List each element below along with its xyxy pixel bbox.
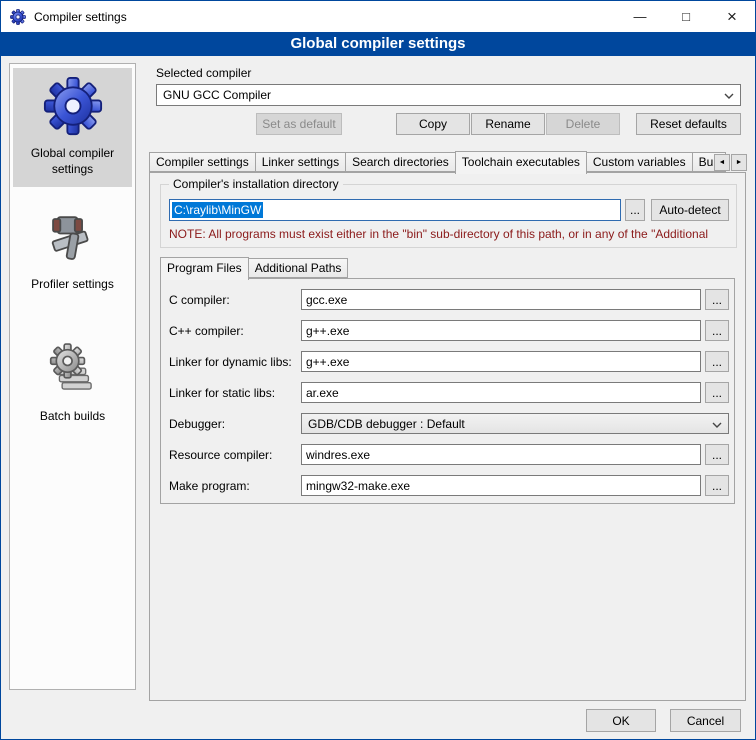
c-compiler-label: C compiler: [169, 293, 301, 307]
static-linker-label: Linker for static libs: [169, 386, 301, 400]
settings-tabstrip: Compiler settings Linker settings Search… [149, 151, 725, 172]
cpp-compiler-row: C++ compiler: ... [169, 320, 726, 341]
reset-defaults-button[interactable]: Reset defaults [636, 113, 741, 135]
app-icon [10, 9, 26, 25]
toolchain-executables-panel: Compiler's installation directory C:\ray… [149, 172, 746, 701]
chevron-down-icon [712, 417, 722, 431]
sidebar-item-label: Profiler settings [15, 277, 130, 293]
tab-search-directories[interactable]: Search directories [345, 152, 456, 172]
c-compiler-browse-button[interactable]: ... [705, 289, 729, 310]
window-controls: — □ × [617, 1, 755, 32]
installation-directory-group: Compiler's installation directory C:\ray… [160, 184, 737, 248]
rename-button[interactable]: Rename [471, 113, 545, 135]
auto-detect-button[interactable]: Auto-detect [651, 199, 729, 221]
titlebar: Compiler settings — □ × [1, 1, 755, 32]
sidebar-item-global-compiler-settings[interactable]: Global compiler settings [13, 68, 132, 187]
cpp-compiler-input[interactable] [301, 320, 701, 341]
tab-compiler-settings[interactable]: Compiler settings [149, 152, 256, 172]
make-program-browse-button[interactable]: ... [705, 475, 729, 496]
page-title: Global compiler settings [1, 32, 755, 56]
close-icon[interactable]: × [709, 1, 755, 32]
sidebar-item-batch-builds[interactable]: Batch builds [13, 333, 132, 435]
set-as-default-button[interactable]: Set as default [256, 113, 342, 135]
tab-scroll-left-icon[interactable]: ◄ [714, 154, 730, 171]
debugger-label: Debugger: [169, 417, 301, 431]
install-dir-browse-button[interactable]: ... [625, 199, 645, 221]
dynamic-linker-input[interactable] [301, 351, 701, 372]
debugger-select-value: GDB/CDB debugger : Default [308, 417, 708, 431]
c-compiler-row: C compiler: ... [169, 289, 726, 310]
tab-custom-variables[interactable]: Custom variables [586, 152, 693, 172]
tab-program-files[interactable]: Program Files [160, 257, 249, 280]
install-dir-input[interactable]: C:\raylib\MinGW [169, 199, 621, 221]
resource-compiler-input[interactable] [301, 444, 701, 465]
tab-linker-settings[interactable]: Linker settings [255, 152, 346, 172]
compiler-select[interactable]: GNU GCC Compiler [156, 84, 741, 106]
main-area: Selected compiler GNU GCC Compiler Set a… [146, 63, 749, 703]
installation-directory-legend: Compiler's installation directory [169, 177, 343, 191]
static-linker-input[interactable] [301, 382, 701, 403]
sidebar-item-label: Batch builds [15, 409, 130, 425]
copy-button[interactable]: Copy [396, 113, 470, 135]
sidebar-item-label: Global compiler settings [15, 146, 130, 177]
resource-compiler-row: Resource compiler: ... [169, 444, 726, 465]
dynamic-linker-browse-button[interactable]: ... [705, 351, 729, 372]
tab-scroll-right-icon[interactable]: ► [731, 154, 747, 171]
bin-subdirectory-note: NOTE: All programs must exist either in … [169, 227, 735, 241]
resource-compiler-label: Resource compiler: [169, 448, 301, 462]
chevron-down-icon [724, 88, 734, 102]
profiler-tool-icon [15, 209, 130, 267]
sidebar-item-profiler-settings[interactable]: Profiler settings [13, 201, 132, 303]
tab-additional-paths[interactable]: Additional Paths [248, 258, 349, 278]
debugger-select[interactable]: GDB/CDB debugger : Default [301, 413, 729, 434]
delete-button[interactable]: Delete [546, 113, 620, 135]
sidebar: Global compiler settings Profiler settin… [9, 63, 136, 690]
dynamic-linker-label: Linker for dynamic libs: [169, 355, 301, 369]
resource-compiler-browse-button[interactable]: ... [705, 444, 729, 465]
program-files-panel: C compiler: ... C++ compiler: ... Linker… [160, 278, 735, 504]
c-compiler-input[interactable] [301, 289, 701, 310]
ok-button[interactable]: OK [586, 709, 656, 732]
install-dir-value: C:\raylib\MinGW [172, 202, 263, 218]
make-program-label: Make program: [169, 479, 301, 493]
dynamic-linker-row: Linker for dynamic libs: ... [169, 351, 726, 372]
cpp-compiler-label: C++ compiler: [169, 324, 301, 338]
tab-toolchain-executables[interactable]: Toolchain executables [455, 151, 587, 174]
compiler-settings-window: Compiler settings — □ × Global compiler … [0, 0, 756, 740]
static-linker-browse-button[interactable]: ... [705, 382, 729, 403]
maximize-icon[interactable]: □ [663, 1, 709, 32]
make-program-row: Make program: ... [169, 475, 726, 496]
program-tabstrip: Program Files Additional Paths [160, 257, 347, 278]
window-title: Compiler settings [34, 10, 127, 24]
gear-blue-icon [15, 76, 130, 136]
make-program-input[interactable] [301, 475, 701, 496]
cancel-button[interactable]: Cancel [670, 709, 741, 732]
static-linker-row: Linker for static libs: ... [169, 382, 726, 403]
gear-stack-icon [15, 341, 130, 399]
debugger-row: Debugger: GDB/CDB debugger : Default [169, 413, 726, 434]
minimize-icon[interactable]: — [617, 1, 663, 32]
selected-compiler-label: Selected compiler [156, 66, 251, 80]
cpp-compiler-browse-button[interactable]: ... [705, 320, 729, 341]
compiler-select-value: GNU GCC Compiler [163, 88, 720, 102]
installation-directory-row: C:\raylib\MinGW ... Auto-detect [169, 199, 729, 221]
